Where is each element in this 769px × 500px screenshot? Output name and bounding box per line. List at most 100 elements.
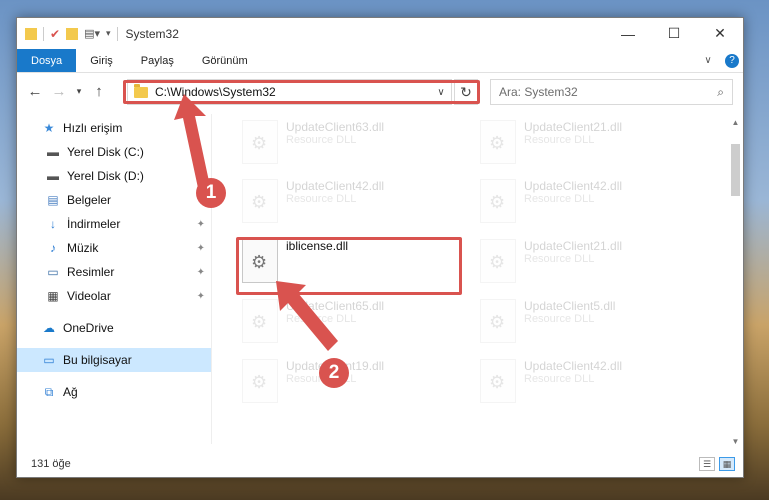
item-count: 131 öğe — [31, 458, 71, 470]
pin-icon[interactable]: ✦ — [197, 243, 205, 254]
up-button[interactable]: ↑ — [87, 83, 111, 100]
sidebar-item-this-pc[interactable]: ▭ Bu bilgisayar — [17, 348, 211, 372]
sidebar-item-label: Müzik — [67, 241, 99, 255]
customize-icon[interactable]: ▤▾ — [84, 27, 100, 40]
step-badge-2: 2 — [319, 358, 349, 388]
pin-icon[interactable]: ✦ — [197, 219, 205, 230]
sidebar-item-label: Yerel Disk (C:) — [67, 145, 144, 159]
search-input[interactable]: Ara: System32 ⌕ — [490, 79, 733, 105]
help-icon: ? — [725, 53, 739, 68]
file-tile[interactable]: ⚙ UpdateClient63.dll Resource DLL — [242, 120, 472, 172]
dll-file-icon: ⚙ — [242, 359, 278, 403]
cloud-icon: ☁ — [43, 321, 55, 335]
dll-file-icon: ⚙ — [242, 120, 278, 164]
pin-icon[interactable]: ✦ — [197, 291, 205, 302]
sidebar-item-pictures[interactable]: ▭ Resimler ✦ — [17, 260, 211, 284]
file-description: Resource DLL — [286, 134, 357, 146]
file-tile[interactable]: ⚙ UpdateClient5.dll Resource DLL — [480, 299, 710, 351]
sidebar-item-music[interactable]: ♪ Müzik ✦ — [17, 236, 211, 260]
file-tile[interactable]: ⚙ UpdateClient42.dll Resource DLL — [480, 359, 710, 411]
tab-share[interactable]: Paylaş — [127, 49, 188, 72]
new-folder-icon[interactable] — [66, 27, 79, 40]
sidebar-item-label: Hızlı erişim — [63, 121, 123, 135]
file-description: Resource DLL — [286, 193, 357, 205]
dll-file-icon: ⚙ — [480, 239, 516, 283]
details-view-icon[interactable]: ☰ — [699, 457, 715, 471]
sidebar-item-label: İndirmeler — [67, 217, 121, 231]
vertical-scrollbar[interactable]: ▲ ▼ — [727, 114, 744, 450]
dll-file-icon: ⚙ — [480, 359, 516, 403]
file-name: UpdateClient42.dll — [286, 179, 385, 193]
sidebar-item-videos[interactable]: ▦ Videolar ✦ — [17, 284, 211, 308]
file-name: UpdateClient42.dll — [524, 179, 623, 193]
recent-locations-button[interactable]: ▾ — [71, 86, 87, 97]
explorer-window: ✔ ▤▾ ▾ System32 — ☐ ✕ Dosya Giriş Paylaş… — [16, 17, 744, 478]
file-tile[interactable]: ⚙ UpdateClient42.dll Resource DLL — [242, 179, 472, 231]
status-bar: 131 öğe ☰ ▦ — [17, 451, 743, 477]
dll-file-icon: ⚙ — [242, 179, 278, 223]
file-tile[interactable]: ⚙ UpdateClient19.dllResource DLL — [242, 359, 472, 411]
tab-file[interactable]: Dosya — [17, 49, 77, 72]
sidebar-item-label: Videolar — [67, 289, 111, 303]
expand-ribbon-icon[interactable]: ∨ — [695, 49, 721, 72]
scroll-thumb[interactable] — [731, 144, 740, 196]
picture-icon: ▭ — [47, 265, 59, 279]
tab-home[interactable]: Giriş — [76, 49, 127, 72]
help-button[interactable]: ? — [721, 49, 743, 72]
arrow-2 — [276, 281, 338, 351]
title-bar: ✔ ▤▾ ▾ System32 — ☐ ✕ — [17, 18, 743, 49]
dll-file-icon: ⚙ — [480, 120, 516, 164]
file-name: UpdateClient42.dll — [524, 359, 623, 373]
properties-icon[interactable]: ✔ — [50, 27, 60, 41]
sidebar-item-label: Yerel Disk (D:) — [67, 169, 144, 183]
quick-access-toolbar: ✔ ▤▾ ▾ — [25, 26, 118, 41]
sidebar-item-network[interactable]: ⧉ Ağ — [17, 380, 211, 404]
step-badge-1: 1 — [196, 178, 226, 208]
dropdown-icon[interactable]: ▾ — [106, 28, 111, 39]
folder-icon[interactable] — [25, 27, 37, 40]
sidebar-item-onedrive[interactable]: ☁ OneDrive — [17, 316, 211, 340]
file-tile[interactable]: ⚙ UpdateClient21.dll Resource DLL — [480, 120, 710, 172]
window-title: System32 — [125, 26, 179, 41]
sidebar-item-label: Belgeler — [67, 193, 112, 207]
search-placeholder: Ara: System32 — [499, 85, 578, 99]
file-name: UpdateClient21.dll — [524, 239, 623, 253]
dll-file-icon: ⚙ — [480, 179, 516, 223]
file-description: Resource DLL — [524, 193, 595, 205]
close-button[interactable]: ✕ — [697, 18, 743, 49]
file-description: Resource DLL — [524, 373, 595, 385]
sidebar-item-label: Ağ — [63, 385, 78, 399]
sidebar-item-label: OneDrive — [63, 321, 114, 335]
music-icon: ♪ — [50, 241, 56, 255]
scroll-up-icon[interactable]: ▲ — [727, 114, 744, 131]
scroll-down-icon[interactable]: ▼ — [727, 433, 744, 450]
divider — [116, 26, 118, 41]
file-tile[interactable]: ⚙ UpdateClient42.dll Resource DLL — [480, 179, 710, 231]
dll-file-icon: ⚙ — [480, 299, 516, 343]
star-icon: ★ — [43, 121, 55, 135]
search-icon[interactable]: ⌕ — [717, 85, 724, 100]
ribbon-tabs: Dosya Giriş Paylaş Görünüm ∨ ? — [17, 49, 743, 73]
tab-view[interactable]: Görünüm — [188, 49, 262, 72]
video-icon: ▦ — [47, 289, 59, 303]
computer-icon: ▭ — [43, 353, 55, 367]
sidebar-item-label: Resimler — [67, 265, 115, 279]
drive-icon: ▬ — [47, 169, 59, 183]
forward-button[interactable]: → — [47, 83, 71, 100]
file-description: Resource DLL — [524, 134, 595, 146]
file-name: UpdateClient63.dll — [286, 120, 385, 134]
minimize-button[interactable]: — — [605, 18, 651, 49]
drive-icon: ▬ — [47, 145, 59, 159]
sidebar-item-label: Bu bilgisayar — [63, 353, 132, 367]
maximize-button[interactable]: ☐ — [651, 18, 697, 49]
file-name: UpdateClient5.dll — [524, 299, 616, 313]
pin-icon[interactable]: ✦ — [197, 267, 205, 278]
back-button[interactable]: ← — [23, 83, 47, 100]
large-icons-view-icon[interactable]: ▦ — [719, 457, 735, 471]
file-description: Resource DLL — [524, 253, 595, 265]
file-description: Resource DLL — [524, 313, 595, 325]
network-icon: ⧉ — [44, 384, 54, 399]
file-tile[interactable]: ⚙ UpdateClient21.dll Resource DLL — [480, 239, 710, 291]
file-name: UpdateClient21.dll — [524, 120, 623, 134]
sidebar-item-downloads[interactable]: ↓ İndirmeler ✦ — [17, 212, 211, 236]
